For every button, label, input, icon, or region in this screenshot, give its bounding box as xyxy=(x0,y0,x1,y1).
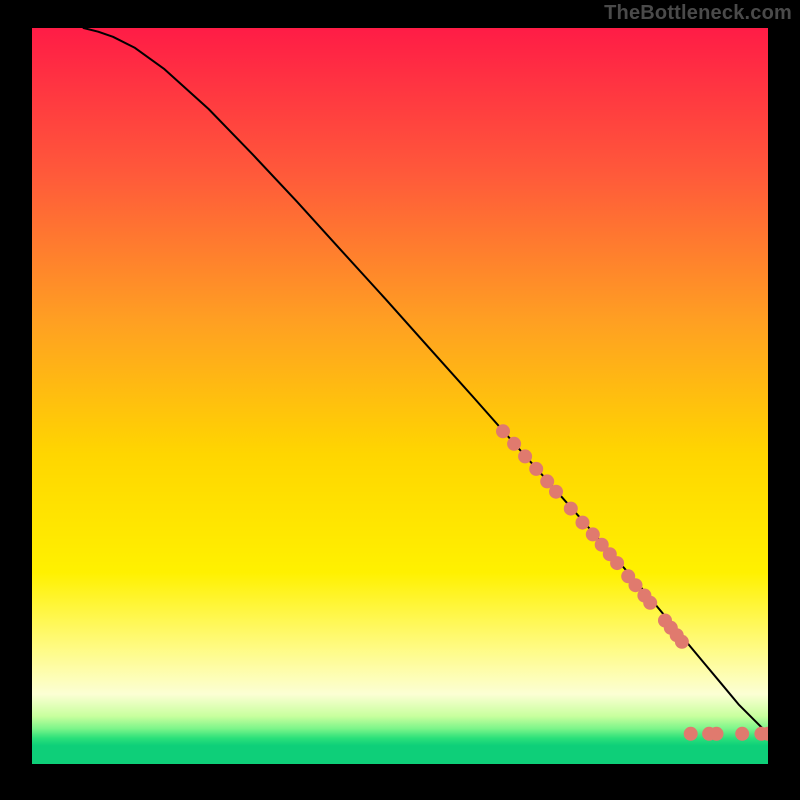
data-marker xyxy=(576,516,590,530)
data-marker xyxy=(518,449,532,463)
data-marker xyxy=(529,462,543,476)
data-marker xyxy=(643,596,657,610)
plot-background xyxy=(32,28,768,764)
data-marker xyxy=(549,485,563,499)
plot-svg xyxy=(32,28,768,764)
data-marker xyxy=(610,556,624,570)
data-marker xyxy=(496,424,510,438)
data-marker xyxy=(684,727,698,741)
data-marker xyxy=(675,635,689,649)
data-marker xyxy=(564,502,578,516)
data-marker xyxy=(507,437,521,451)
watermark-label: TheBottleneck.com xyxy=(604,2,792,25)
chart-container: TheBottleneck.com xyxy=(0,0,800,800)
data-marker xyxy=(710,727,724,741)
data-marker xyxy=(735,727,749,741)
